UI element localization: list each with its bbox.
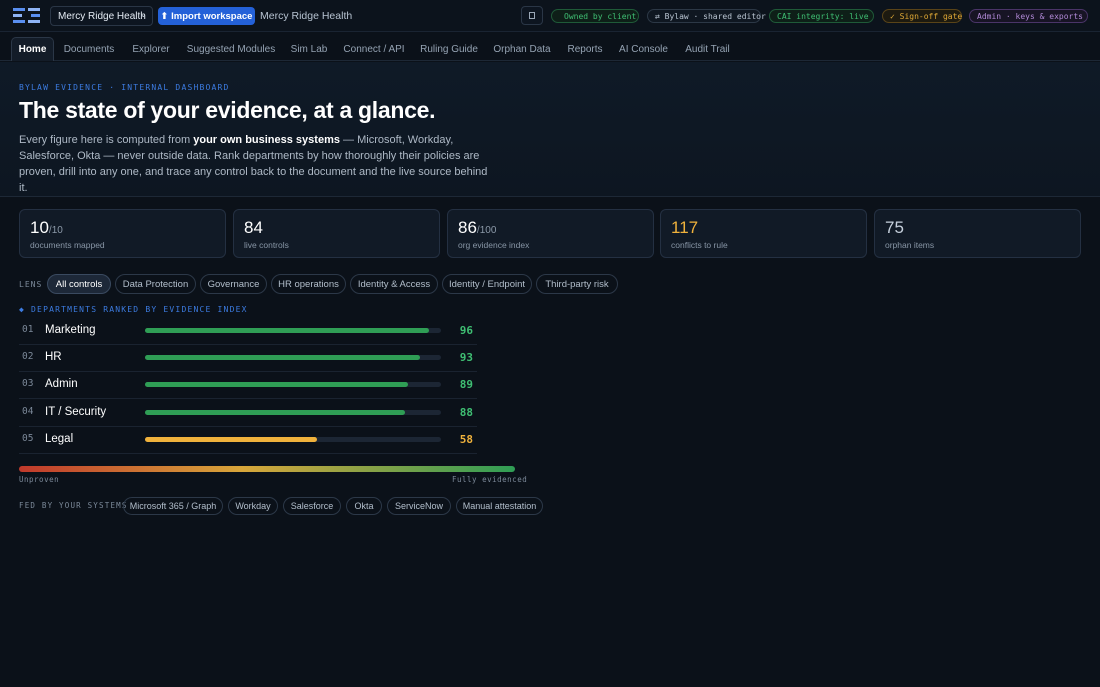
score-track (145, 382, 441, 387)
source-chip-microsoft[interactable]: Microsoft 365 / Graph (123, 497, 223, 515)
department-score: 58 (459, 433, 473, 446)
top-bar: Mercy Ridge Health ⌄ ⬆ Import workspace … (0, 0, 1100, 32)
owned-by-client-badge: Owned by client (551, 9, 639, 23)
source-chip-salesforce[interactable]: Salesforce (283, 497, 341, 515)
department-row[interactable]: 05 Legal 58 (19, 427, 477, 454)
stat-value: 10 (30, 218, 49, 237)
stat-suffix: /100 (476, 225, 497, 236)
hero-eyebrow: BYLAW EVIDENCE · INTERNAL DASHBOARD (19, 83, 230, 92)
department-row[interactable]: 02 HR 93 (19, 345, 477, 372)
chevron-down-icon: ⌄ (139, 9, 147, 19)
stat-value: 84 (244, 218, 263, 237)
department-name: Legal (45, 433, 74, 445)
department-score: 89 (459, 378, 473, 391)
sources-label: FED BY YOUR SYSTEMS (19, 501, 128, 510)
stat-value: 75 (885, 218, 904, 237)
tab-suggested-modules[interactable]: Suggested Modules (182, 37, 280, 61)
source-chip-manual[interactable]: Manual attestation (456, 497, 543, 515)
lens-chip-data-protection[interactable]: Data Protection (115, 274, 196, 294)
tab-sim-lab[interactable]: Sim Lab (286, 37, 332, 61)
main-nav: Home Documents Explorer Suggested Module… (0, 33, 1100, 61)
ranking-title: ◆ DEPARTMENTS RANKED BY EVIDENCE INDEX (19, 305, 248, 314)
tab-ruling-guide[interactable]: Ruling Guide (416, 37, 482, 61)
department-score: 93 (459, 351, 473, 364)
lens-label: LENS (19, 280, 43, 289)
page-title: The state of your evidence, at a glance. (19, 97, 436, 123)
department-row[interactable]: 01 Marketing 96 (19, 318, 477, 345)
score-track (145, 355, 441, 360)
tab-audit-trail[interactable]: Audit Trail (680, 37, 735, 61)
tab-documents[interactable]: Documents (58, 37, 120, 61)
department-score: 96 (459, 324, 473, 337)
source-chip-okta[interactable]: Okta (346, 497, 382, 515)
tab-orphan-data[interactable]: Orphan Data (489, 37, 555, 61)
org-name: Mercy Ridge Health (260, 10, 353, 22)
hero-section: BYLAW EVIDENCE · INTERNAL DASHBOARD The … (0, 62, 1100, 197)
department-name: IT / Security (45, 406, 107, 418)
lens-chip-hr-operations[interactable]: HR operations (271, 274, 346, 294)
department-name: Marketing (45, 324, 96, 336)
stat-label: conflicts to rule (671, 240, 728, 250)
score-bar (145, 410, 406, 415)
score-bar (145, 382, 409, 387)
tab-connect-api[interactable]: Connect / API (339, 37, 409, 61)
department-score: 88 (459, 406, 473, 419)
workspace-select[interactable]: Mercy Ridge Health ⌄ (50, 6, 153, 26)
rank-number: 03 (22, 378, 34, 389)
stat-card-evidence-index[interactable]: 86/100 org evidence index (447, 209, 654, 258)
rank-number: 04 (22, 406, 34, 417)
stat-value: 117 (671, 218, 699, 237)
department-name: Admin (45, 378, 78, 390)
rank-number: 02 (22, 351, 34, 362)
score-track (145, 410, 441, 415)
app-logo-icon (13, 8, 40, 23)
score-bar (145, 437, 317, 442)
tab-home[interactable]: Home (11, 37, 54, 61)
import-workspace-button[interactable]: ⬆ Import workspace (158, 7, 255, 25)
lens-chip-governance[interactable]: Governance (200, 274, 267, 294)
score-track (145, 437, 441, 442)
document-toggle-button[interactable] (521, 6, 543, 25)
hero-description: Every figure here is computed from your … (19, 134, 488, 194)
tab-ai-console[interactable]: AI Console (614, 37, 673, 61)
stat-card-live-controls[interactable]: 84 live controls (233, 209, 440, 258)
sign-off-gate-badge[interactable]: ✓ Sign-off gate (882, 9, 962, 23)
department-row[interactable]: 04 IT / Security 88 (19, 400, 477, 427)
score-bar (145, 328, 430, 333)
stat-card-conflicts[interactable]: 117 conflicts to rule (660, 209, 867, 258)
lens-chip-third-party-risk[interactable]: Third-party risk (536, 274, 618, 294)
lens-chip-identity-endpoint[interactable]: Identity / Endpoint (442, 274, 532, 294)
scale-low-label: Unproven (19, 475, 60, 484)
square-icon (529, 12, 535, 19)
shared-editor-badge[interactable]: ⇄ Bylaw · shared editor (647, 9, 766, 23)
lens-chip-all-controls[interactable]: All controls (47, 274, 111, 294)
stat-card-orphans[interactable]: 75 orphan items (874, 209, 1081, 258)
rank-number: 01 (22, 324, 34, 335)
stat-label: orphan items (885, 240, 935, 250)
stat-suffix: /10 (48, 225, 63, 236)
tab-reports[interactable]: Reports (562, 37, 608, 61)
stat-value: 86 (458, 218, 477, 237)
admin-keys-badge[interactable]: Admin · keys & exports (969, 9, 1088, 23)
stat-label: org evidence index (458, 240, 530, 250)
tab-explorer[interactable]: Explorer (126, 37, 176, 61)
workspace-select-value: Mercy Ridge Health (58, 10, 146, 22)
rank-number: 05 (22, 433, 34, 444)
lens-chip-identity-access[interactable]: Identity & Access (350, 274, 438, 294)
source-chip-workday[interactable]: Workday (228, 497, 278, 515)
department-name: HR (45, 351, 62, 363)
stat-label: live controls (244, 240, 289, 250)
score-track (145, 328, 441, 333)
cai-integrity-badge: CAI integrity: live (769, 9, 874, 23)
scale-high-label: Fully evidenced (452, 475, 528, 484)
evidence-scale-bar (19, 466, 515, 472)
department-row[interactable]: 03 Admin 89 (19, 372, 477, 399)
source-chip-servicenow[interactable]: ServiceNow (387, 497, 451, 515)
stat-card-documents[interactable]: 10/10 documents mapped (19, 209, 226, 258)
stat-label: documents mapped (30, 240, 105, 250)
score-bar (145, 355, 421, 360)
